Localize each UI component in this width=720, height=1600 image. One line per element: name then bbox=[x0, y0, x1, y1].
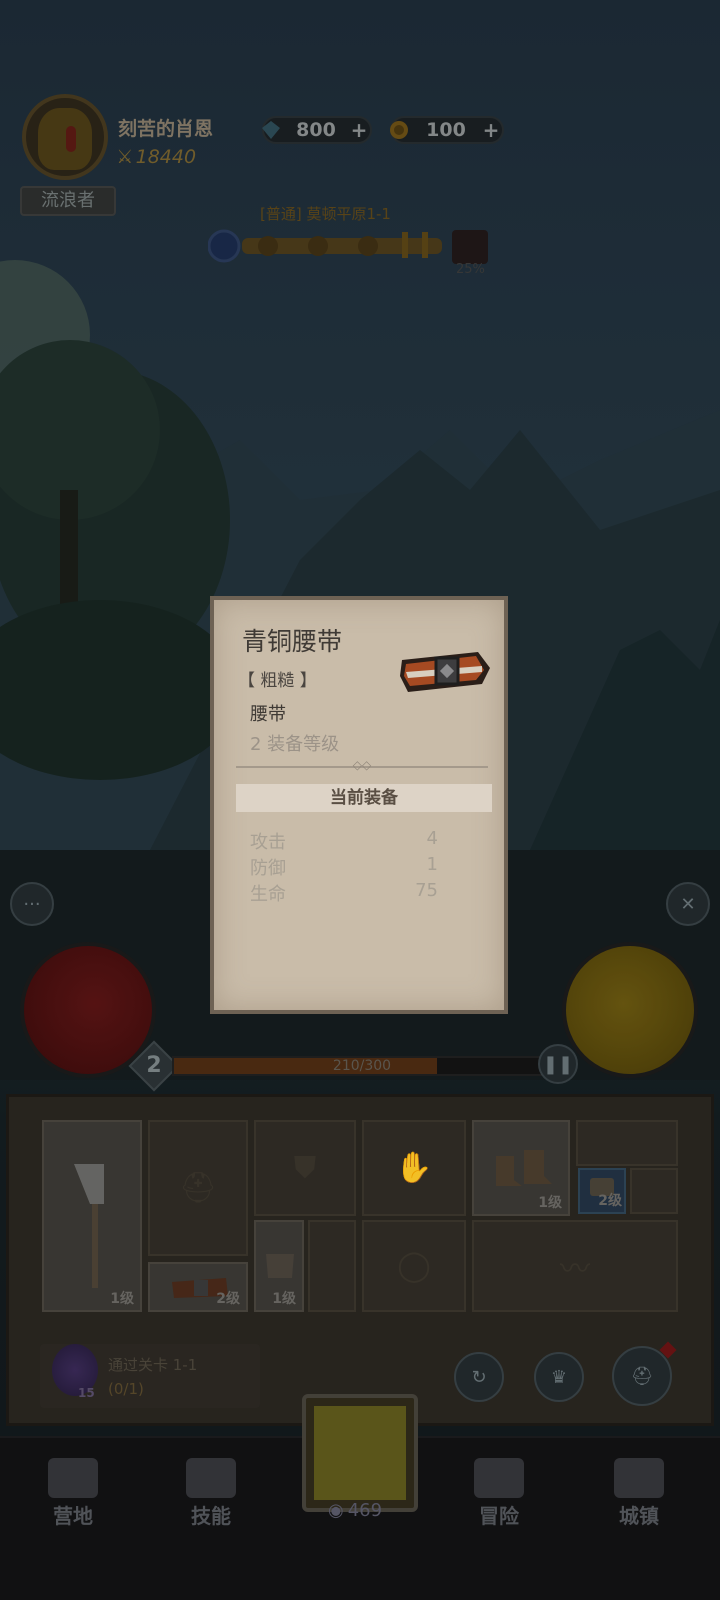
stat-value: 1 bbox=[426, 854, 438, 875]
belt-icon bbox=[400, 652, 490, 692]
stat-name: 防御 bbox=[250, 858, 286, 879]
item-name: 青铜腰带 bbox=[242, 627, 343, 656]
item-quality: 【 粗糙 】 bbox=[238, 671, 317, 691]
item-tooltip: 青铜腰带 【 粗糙 】 腰带 2 装备等级 ◇◇ 当前装备 攻击 4 防御 1 … bbox=[210, 596, 508, 1014]
divider-ornament-icon: ◇◇ bbox=[352, 758, 372, 772]
item-requirement: 2 装备等级 bbox=[250, 734, 340, 755]
game-screen: 刻苦的肖恩 ⚔ 18440 流浪者 800 + 100 + [普通] 莫顿平原1… bbox=[0, 0, 720, 1600]
stat-name: 生命 bbox=[250, 884, 286, 905]
stat-value: 4 bbox=[426, 828, 438, 849]
stat-value: 75 bbox=[415, 880, 438, 901]
item-type: 腰带 bbox=[250, 704, 286, 725]
section-current-equipment: 当前装备 bbox=[236, 784, 492, 812]
stat-name: 攻击 bbox=[250, 832, 286, 853]
